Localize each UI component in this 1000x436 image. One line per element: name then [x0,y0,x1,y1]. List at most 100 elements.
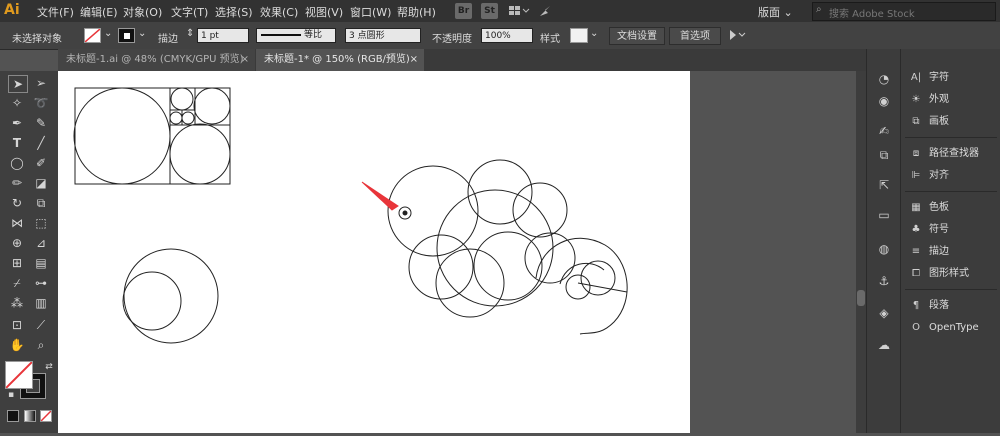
gradient-tool-icon[interactable]: ▤ [32,255,50,271]
panel-symbols[interactable]: ♣ 符号 [909,221,949,239]
panel-paragraph[interactable]: ¶ 段落 [909,297,949,315]
scale-tool-icon[interactable]: ⧉ [32,195,50,211]
style-dropdown-chevron-icon[interactable]: ⌄ [590,28,598,39]
panel-appearance[interactable]: ☀ 外观 [909,91,949,109]
stock-button[interactable]: St [481,3,498,19]
free-transform-tool-icon[interactable]: ⬚ [32,215,50,231]
asset-export-icon[interactable]: ⧉ [876,147,892,163]
stroke-label[interactable]: 描边 [158,30,178,45]
width-tool-icon[interactable]: ⋈ [8,215,26,231]
paintbrush-tool-icon[interactable]: ✐ [32,155,50,171]
fill-color-proxy[interactable] [5,361,33,389]
bridge-button[interactable]: Br [455,3,472,19]
close-icon[interactable]: × [410,49,418,71]
menu-effect[interactable]: 效果(C) [260,4,298,20]
selection-tool-icon[interactable]: ➤ [8,75,28,93]
style-swatch[interactable] [570,28,588,43]
menu-type[interactable]: 文字(T) [171,4,208,20]
pen-tool-icon[interactable]: ✒ [8,115,26,131]
type-tool-icon[interactable]: T [8,135,26,151]
perspective-grid-tool-icon[interactable]: ⊿ [32,235,50,251]
scrollbar-thumb[interactable] [857,290,865,306]
panel-opentype[interactable]: O OpenType [909,319,979,337]
curvature-tool-icon[interactable]: ✎ [32,115,50,131]
line-tool-icon[interactable]: ╱ [32,135,50,151]
gpu-rocket-icon[interactable] [538,4,552,18]
eyedropper-tool-icon[interactable]: ⌿ [8,275,26,291]
opacity-label[interactable]: 不透明度 [432,30,472,45]
libraries-icon[interactable]: ☁ [876,337,892,353]
hand-tool-icon[interactable]: ✋ [8,337,26,353]
panel-swatches[interactable]: ▦ 色板 [909,199,949,217]
panel-character[interactable]: A| 字符 [909,69,949,87]
arrange-icon[interactable] [728,28,748,42]
menu-help[interactable]: 帮助(H) [397,4,436,20]
default-colors-icon[interactable]: ▪ [2,387,20,403]
mesh-tool-icon[interactable]: ⊞ [8,255,26,271]
vertical-scrollbar[interactable] [856,71,866,433]
fill-swatch[interactable] [84,28,101,43]
zoom-tool-icon[interactable]: ⌕ [32,337,50,353]
workspace-switcher[interactable]: 版面 ⌄ [758,4,793,20]
menu-select[interactable]: 选择(S) [215,4,253,20]
menu-edit[interactable]: 编辑(E) [80,4,118,20]
gradient-mode-icon[interactable] [24,410,36,422]
color-mode-icon[interactable] [7,410,19,422]
blend-tool-icon[interactable]: ⊶ [32,275,50,291]
character-icon: A| [910,72,922,83]
panel-stroke[interactable]: ≡ 描边 [909,243,949,261]
panel-pathfinder[interactable]: ⧈ 路径查找器 [909,145,979,163]
none-mode-icon[interactable] [40,410,52,422]
gradient-panel-icon[interactable]: ▭ [876,207,892,223]
stroke-profile-dropdown[interactable]: 等比 [256,28,336,43]
artwork-canvas[interactable] [58,71,690,433]
menu-object[interactable]: 对象(O) [123,4,162,20]
close-icon[interactable]: × [241,49,249,71]
stroke-weight-stepper-icon[interactable]: ⇕ [186,28,194,39]
panel-artboards[interactable]: ⧉ 画板 [909,113,949,131]
rotate-tool-icon[interactable]: ↻ [8,195,26,211]
symbol-sprayer-tool-icon[interactable]: ⁂ [8,295,26,311]
preferences-button[interactable]: 首选项 [669,27,721,45]
shape-builder-tool-icon[interactable]: ⊕ [8,235,26,251]
artboards-icon: ⧉ [912,116,920,127]
panel-align[interactable]: ⊫ 对齐 [909,167,949,185]
links-icon[interactable]: ⚓ [876,273,892,289]
lasso-tool-icon[interactable]: ➰ [32,95,50,111]
selection-status: 未选择对象 [12,34,62,45]
slice-tool-icon[interactable]: ⟋ [32,317,50,333]
stroke-dropdown-chevron-icon[interactable]: ⌄ [138,28,146,39]
transparency-icon[interactable]: ◍ [876,241,892,257]
opentype-icon: O [912,322,920,333]
document-tab-bar: 未标题-1.ai @ 48% (CMYK/GPU 预览) × 未标题-1* @ … [58,49,866,71]
adobe-stock-search[interactable]: ⌕ 搜索 Adobe Stock [812,2,996,21]
menu-file[interactable]: 文件(F) [37,4,74,20]
artboard[interactable] [58,71,690,433]
color-icon[interactable]: ◉ [876,93,892,109]
graph-tool-icon[interactable]: ▥ [32,295,50,311]
tab-document-2[interactable]: 未标题-1* @ 150% (RGB/预览) × [256,49,424,71]
export-icon[interactable]: ⇱ [876,177,892,193]
direct-selection-tool-icon[interactable]: ➢ [32,75,50,91]
tab-document-1[interactable]: 未标题-1.ai @ 48% (CMYK/GPU 预览) × [58,49,255,71]
arrange-documents-icon[interactable] [508,4,530,18]
magic-wand-tool-icon[interactable]: ✧ [8,95,26,111]
menu-view[interactable]: 视图(V) [305,4,343,20]
stroke-swatch[interactable] [118,28,135,43]
illustrator-logo: Ai [4,2,20,18]
color-guide-icon[interactable]: ◔ [876,71,892,87]
shaper-tool-icon[interactable]: ✏ [8,175,26,191]
layers-icon[interactable]: ◈ [876,305,892,321]
fill-dropdown-chevron-icon[interactable]: ⌄ [104,28,112,39]
menu-window[interactable]: 窗口(W) [350,4,391,20]
opacity-field[interactable]: 100% [481,28,533,43]
stroke-weight-field[interactable]: 1 pt [197,28,249,43]
artboard-tool-icon[interactable]: ⊡ [8,317,26,333]
brush-definition-dropdown[interactable]: 3 点圆形 [345,28,421,43]
panel-graphic-styles[interactable]: ⧠ 图形样式 [909,265,969,283]
document-setup-button[interactable]: 文档设置 [609,27,665,45]
eraser-tool-icon[interactable]: ◪ [32,175,50,191]
ellipse-tool-icon[interactable]: ◯ [8,155,26,171]
brushes-icon[interactable]: ✍ [876,123,892,139]
swap-colors-icon[interactable]: ⇄ [40,359,58,375]
